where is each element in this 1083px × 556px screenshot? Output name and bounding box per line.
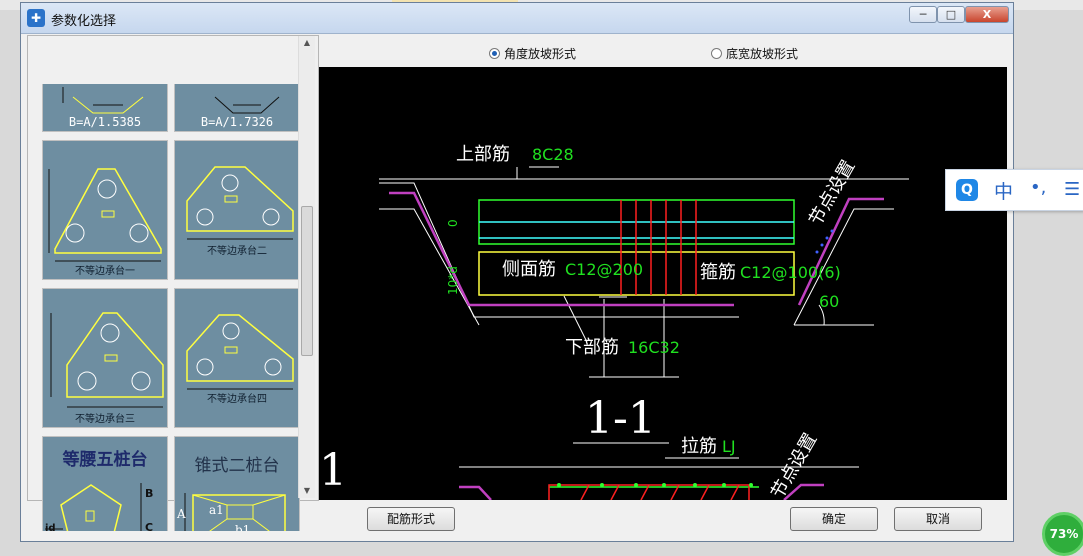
label-dim-zero: 0 bbox=[446, 219, 460, 227]
thumbnail-unequal-cap-4[interactable]: 不等边承台四 bbox=[174, 288, 300, 428]
thumbnail-unequal-cap-2-drawing bbox=[186, 166, 294, 240]
drawing-canvas: 上部筋 8C28 侧面筋 C12@200 箍筋 C12@100(6) 下部筋 1… bbox=[319, 67, 1007, 500]
scrollbar-thumb[interactable] bbox=[301, 206, 313, 356]
minimize-button[interactable]: ─ bbox=[909, 6, 937, 23]
thumbnail-unequal-cap-2[interactable]: 不等边承台二 bbox=[174, 140, 300, 280]
window-title: 参数化选择 bbox=[51, 14, 117, 29]
label-left-section-mark: 1 bbox=[319, 445, 347, 496]
thumbnail-unequal-cap-1-drawing bbox=[48, 168, 162, 262]
bottom-button-bar: 配筋形式 确定 取消 bbox=[27, 501, 1007, 539]
radio-width-slope-dot[interactable] bbox=[711, 48, 722, 59]
app-icon: ✚ bbox=[27, 9, 45, 27]
label-bottom-bar-spec: 16C32 bbox=[628, 338, 680, 357]
label-side-bar-spec: C12@200 bbox=[565, 260, 643, 279]
reinforcement-form-button[interactable]: 配筋形式 bbox=[367, 507, 455, 531]
ime-mode-toggle[interactable]: 中 bbox=[994, 177, 1013, 204]
thumbnail-unequal-cap-1-caption: 不等边承台一 bbox=[75, 266, 135, 277]
param-select-dialog: ✚ 参数化选择 ─ □ X 图形 B=A/1.5385 B=A/1.7 bbox=[20, 2, 1014, 542]
ime-toolbar[interactable]: Q 中 •, ☰ bbox=[945, 169, 1083, 211]
thumbnail-unequal-cap-3-caption: 不等边承台三 bbox=[75, 414, 135, 425]
radio-width-slope-label: 底宽放坡形式 bbox=[726, 47, 799, 61]
thumbnail-ratio-2-caption: B=A/1.7326 bbox=[200, 115, 274, 129]
thumbnail-unequal-cap-3-drawing bbox=[50, 312, 164, 408]
thumbnail-unequal-cap-2-caption: 不等边承台二 bbox=[207, 246, 267, 257]
thumbnail-unequal-cap-3[interactable]: 不等边承台三 bbox=[42, 288, 168, 428]
title-bar: ✚ 参数化选择 ─ □ X bbox=[21, 3, 1013, 34]
scroll-down-arrow-icon[interactable]: ▼ bbox=[299, 484, 315, 498]
thumbnail-unequal-cap-4-caption: 不等边承台四 bbox=[207, 394, 267, 405]
thumbnail-label-b: B bbox=[145, 487, 154, 500]
label-top-bar: 上部筋 bbox=[456, 144, 510, 165]
ime-menu-icon[interactable]: ☰ bbox=[1064, 179, 1080, 200]
label-section: 1-1 bbox=[585, 393, 656, 444]
label-tie-bar-spec: LJ bbox=[722, 437, 736, 456]
label-top-bar-spec: 8C28 bbox=[532, 145, 574, 164]
thumbnail-ratio-2[interactable]: B=A/1.7326 bbox=[174, 84, 300, 132]
label-angle: 60 bbox=[819, 292, 839, 311]
scroll-up-arrow-icon[interactable]: ▲ bbox=[299, 36, 315, 50]
rebar-section-drawing: 上部筋 8C28 侧面筋 C12@200 箍筋 C12@100(6) 下部筋 1… bbox=[319, 144, 909, 500]
performance-badge[interactable]: 73% bbox=[1042, 512, 1083, 556]
label-stirrup: 箍筋 bbox=[700, 262, 736, 283]
label-tie-bar: 拉筋 bbox=[681, 436, 717, 457]
radio-angle-slope-dot[interactable] bbox=[489, 48, 500, 59]
thumbnail-grid: B=A/1.5385 B=A/1.7326 不等边承台一 不等边承台二 不等边承… bbox=[42, 84, 302, 531]
shape-list-panel: B=A/1.5385 B=A/1.7326 不等边承台一 不等边承台二 不等边承… bbox=[27, 35, 319, 531]
label-bottom-bar: 下部筋 bbox=[565, 337, 619, 358]
label-dim-depth: 10*d bbox=[446, 266, 460, 295]
thumbnail-unequal-cap-4-drawing bbox=[186, 314, 294, 390]
maximize-button[interactable]: □ bbox=[937, 6, 965, 23]
thumbnail-ratio-1[interactable]: B=A/1.5385 bbox=[42, 84, 168, 132]
thumbnail-scrollbar[interactable]: ▲ ▼ bbox=[298, 36, 315, 498]
thumbnail-unequal-cap-1[interactable]: 不等边承台一 bbox=[42, 140, 168, 280]
ok-button[interactable]: 确定 bbox=[790, 507, 878, 531]
slope-mode-group: 角度放坡形式 底宽放坡形式 bbox=[317, 35, 1007, 65]
ime-logo-icon[interactable]: Q bbox=[956, 179, 978, 201]
label-side-bar: 侧面筋 bbox=[502, 259, 556, 280]
close-button[interactable]: X bbox=[965, 6, 1009, 23]
cancel-button[interactable]: 取消 bbox=[894, 507, 982, 531]
label-node-setting: 节点设置 bbox=[805, 157, 859, 230]
label-stirrup-spec: C12@100(6) bbox=[740, 263, 841, 282]
ime-punctuation-toggle[interactable]: •, bbox=[1030, 177, 1046, 198]
radio-width-slope[interactable]: 底宽放坡形式 bbox=[711, 45, 798, 62]
thumbnail-ratio-1-caption: B=A/1.5385 bbox=[68, 115, 142, 129]
radio-angle-slope-label: 角度放坡形式 bbox=[504, 47, 577, 61]
radio-angle-slope[interactable]: 角度放坡形式 bbox=[489, 45, 576, 62]
